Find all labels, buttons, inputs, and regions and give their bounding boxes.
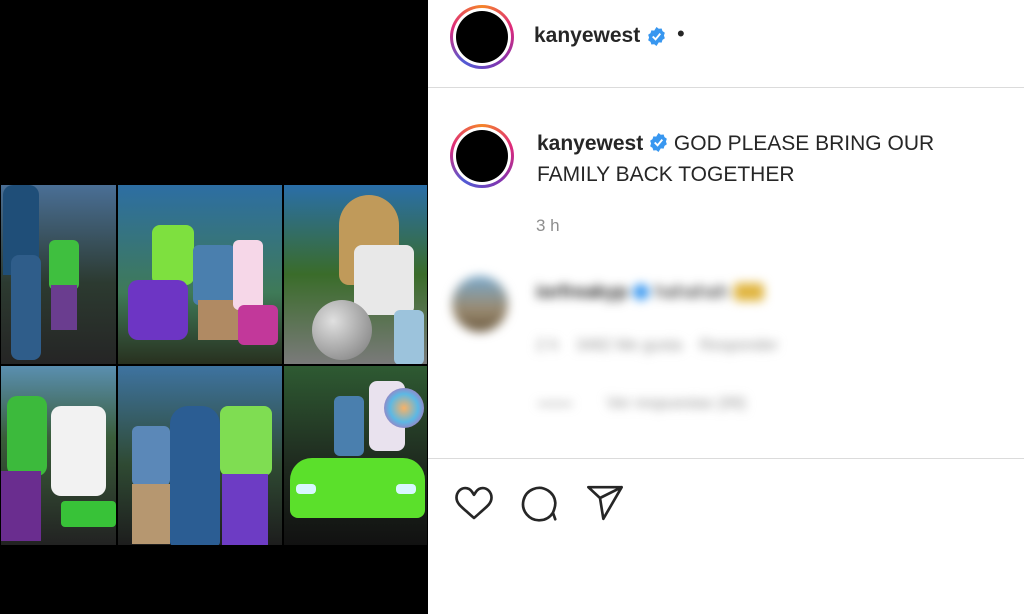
photo-tile [117, 365, 283, 546]
replies-divider [538, 402, 572, 405]
header-username[interactable]: kanyewest [534, 24, 640, 48]
comment-username[interactable]: iorfreakyp [536, 282, 628, 303]
header-dot: • [677, 21, 685, 46]
caption-avatar[interactable] [450, 124, 514, 188]
photo-tile [0, 365, 117, 546]
comment-line: iorfreakyp hahahah [536, 282, 764, 304]
post-time[interactable]: 3 h [536, 216, 560, 236]
post-header: kanyewest • [428, 0, 1024, 88]
heart-icon[interactable] [454, 483, 494, 523]
comment-text: hahahah [654, 282, 729, 303]
comment-avatar[interactable] [452, 276, 508, 332]
post-media[interactable] [0, 0, 428, 614]
verified-badge-icon [633, 284, 650, 300]
photo-tile [117, 184, 283, 365]
photo-tile [0, 184, 117, 365]
photo-tile [283, 184, 428, 365]
share-icon[interactable] [585, 483, 625, 523]
comment-meta[interactable]: 2 h 3482 Me gusta Responder [536, 337, 778, 355]
view-replies-label[interactable]: Ver respuestas (99) [606, 395, 746, 412]
photo-collage [0, 184, 428, 546]
verified-badge-icon [648, 27, 665, 46]
caption-username[interactable]: kanyewest [537, 132, 643, 155]
post-caption: kanyewest GOD PLEASE BRING OUR FAMILY BA… [537, 128, 1007, 190]
post-side-panel: kanyewest • kanyewest GOD PLEASE BRING O… [428, 0, 1024, 614]
action-bar [428, 458, 1024, 549]
emoji-icon [733, 283, 764, 301]
photo-tile [283, 365, 428, 546]
verified-badge-icon [650, 133, 667, 152]
avatar[interactable] [450, 5, 514, 69]
view-replies[interactable]: Ver respuestas (99) [538, 395, 746, 413]
comment-icon[interactable] [519, 483, 559, 523]
